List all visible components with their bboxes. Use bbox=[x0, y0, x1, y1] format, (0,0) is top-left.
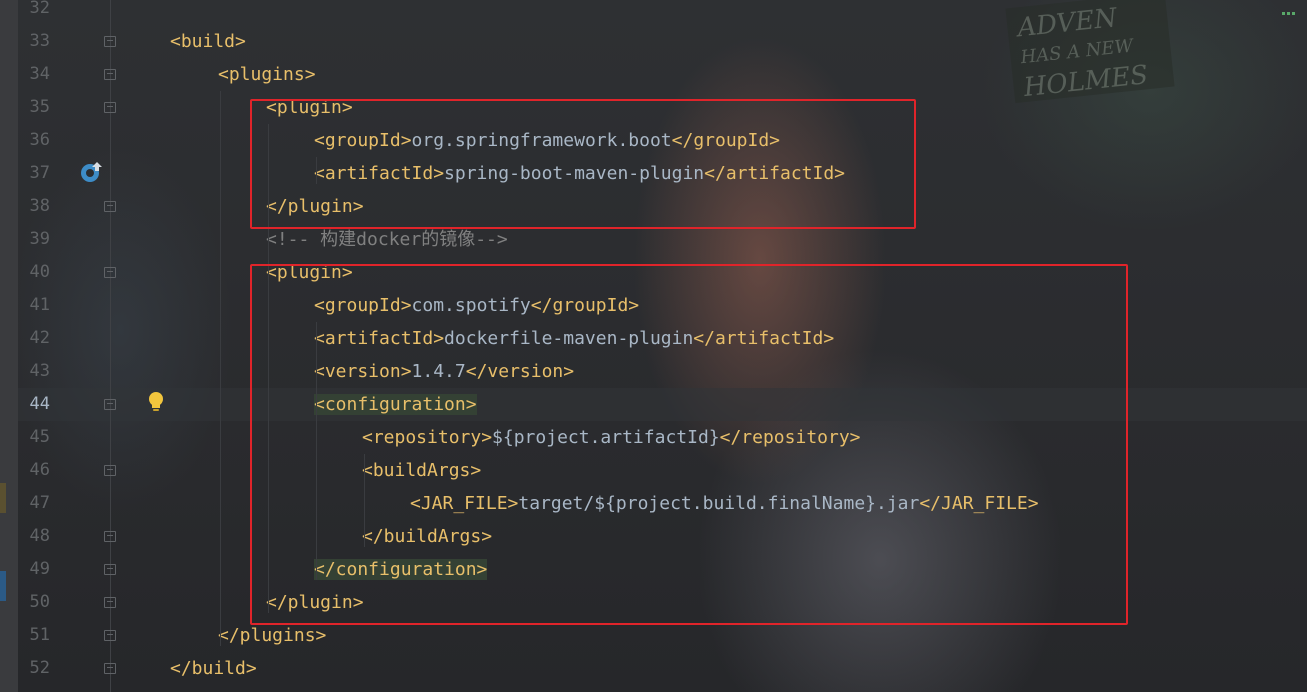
fold-marker-icon[interactable] bbox=[104, 564, 116, 575]
code-line[interactable]: <plugins> bbox=[218, 58, 316, 91]
fold-marker-icon[interactable] bbox=[104, 201, 116, 212]
line-number[interactable]: 50 bbox=[18, 586, 50, 619]
fold-marker-icon[interactable] bbox=[104, 531, 116, 542]
line-number[interactable]: 40 bbox=[18, 256, 50, 289]
fold-marker-icon[interactable] bbox=[104, 69, 116, 80]
line-number[interactable]: 32 bbox=[18, 0, 50, 25]
fold-marker-icon[interactable] bbox=[104, 465, 116, 476]
line-number[interactable]: 48 bbox=[18, 520, 50, 553]
xml-tag: <build> bbox=[170, 31, 246, 52]
line-number[interactable]: 36 bbox=[18, 124, 50, 157]
line-number[interactable]: 49 bbox=[18, 553, 50, 586]
line-number[interactable]: 44 bbox=[18, 388, 50, 421]
fold-marker-icon[interactable] bbox=[104, 597, 116, 608]
code-line[interactable]: </build> bbox=[170, 652, 257, 685]
line-number[interactable]: 34 bbox=[18, 58, 50, 91]
spring-boot-plugin-box bbox=[250, 99, 916, 229]
code-line[interactable]: <build> bbox=[170, 25, 246, 58]
xml-tag: </build> bbox=[170, 658, 257, 679]
lightbulb-icon[interactable] bbox=[146, 391, 166, 413]
fold-marker-icon[interactable] bbox=[104, 399, 116, 410]
indent-guide bbox=[220, 91, 221, 646]
line-number[interactable]: 42 bbox=[18, 322, 50, 355]
tool-window-strip bbox=[0, 0, 18, 692]
line-number[interactable]: 43 bbox=[18, 355, 50, 388]
line-number[interactable]: 39 bbox=[18, 223, 50, 256]
fold-marker-icon[interactable] bbox=[104, 102, 116, 113]
tool-window-marker[interactable] bbox=[0, 483, 6, 513]
line-number[interactable]: 45 bbox=[18, 421, 50, 454]
fold-marker-icon[interactable] bbox=[104, 267, 116, 278]
fold-marker-icon[interactable] bbox=[104, 630, 116, 641]
line-number[interactable]: 38 bbox=[18, 190, 50, 223]
run-gutter-icon[interactable] bbox=[80, 160, 104, 184]
dockerfile-plugin-box bbox=[250, 264, 1128, 625]
line-number[interactable]: 35 bbox=[18, 91, 50, 124]
xml-tag: <plugins> bbox=[218, 64, 316, 85]
line-number[interactable]: 33 bbox=[18, 25, 50, 58]
code-comment: <!-- 构建docker的镜像--> bbox=[266, 229, 508, 250]
line-number[interactable]: 47 bbox=[18, 487, 50, 520]
tool-window-marker-active[interactable] bbox=[0, 571, 6, 601]
line-number[interactable]: 52 bbox=[18, 652, 50, 685]
line-number[interactable]: 37 bbox=[18, 157, 50, 190]
line-number[interactable]: 41 bbox=[18, 289, 50, 322]
editor-gutter: 32 33 34 35 36 37 38 39 40 41 42 43 44 45 46 47 48 49 50 51… bbox=[18, 0, 163, 692]
fold-marker-icon[interactable] bbox=[104, 663, 116, 674]
fold-marker-icon[interactable] bbox=[104, 36, 116, 47]
line-number[interactable]: 46 bbox=[18, 454, 50, 487]
line-number[interactable]: 51 bbox=[18, 619, 50, 652]
xml-tag: </plugins> bbox=[218, 625, 327, 646]
